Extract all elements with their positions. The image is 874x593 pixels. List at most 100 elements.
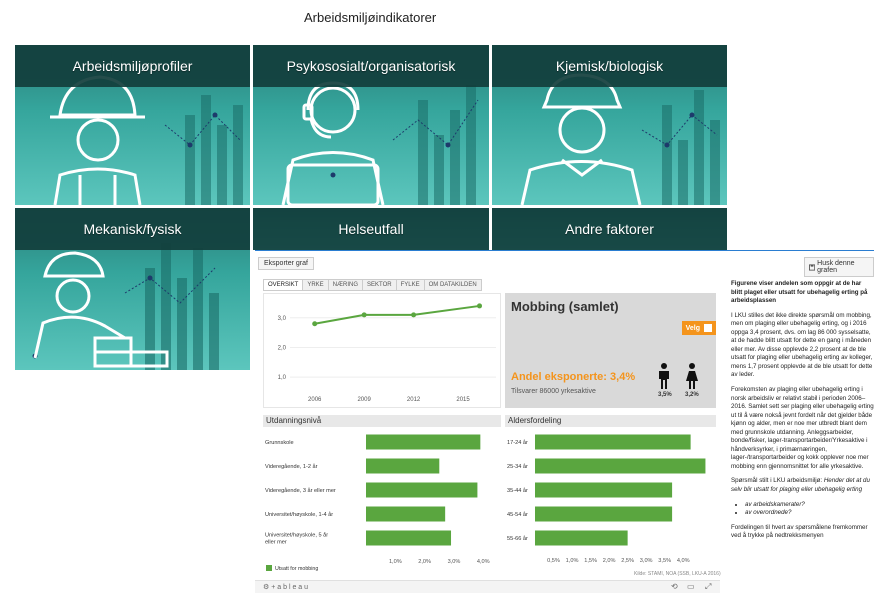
x-tick-label: 4,0% <box>477 559 490 565</box>
tile-kjemisk-biologisk[interactable]: Kjemisk/biologisk <box>492 45 727 205</box>
bar <box>535 434 691 450</box>
tableau-logo-text: + a b l e a u <box>271 584 309 591</box>
save-graph-label: Husk denne grafen <box>817 260 855 274</box>
description-paragraph-3: Spørsmål stilt i LKU arbeidsmiljø: Hende… <box>731 477 874 494</box>
y-tick-label: 1,0 <box>278 375 287 381</box>
male-figure-icon <box>659 363 669 389</box>
bar <box>366 530 452 546</box>
age-header: Aldersfordeling <box>505 415 716 427</box>
tile-label: Andre faktorer <box>565 221 654 237</box>
tableau-gear-icon: ⚙ <box>263 584 270 591</box>
category-label: Universitet/høyskole, 1-4 år <box>265 511 333 518</box>
tile-label: Psykososialt/organisatorisk <box>286 58 456 74</box>
indicator-title: Mobbing (samlet) <box>511 299 619 314</box>
present-icon[interactable]: ▭ <box>687 582 695 591</box>
legend-swatch <box>266 565 272 571</box>
y-tick-label: 3,0 <box>278 316 287 322</box>
question-list: av arbeidskamerater? av overordnede? <box>745 501 874 518</box>
trend-point <box>361 312 367 318</box>
tile-header: Mekanisk/fysisk <box>15 208 250 250</box>
category-label: eller mer <box>265 540 287 546</box>
category-label: Universitet/høyskole, 5 år <box>265 532 328 539</box>
tab-fylke[interactable]: FYLKE <box>396 279 425 291</box>
trend-point <box>312 321 318 327</box>
legend-label: Utsatt for mobbing <box>275 566 318 572</box>
category-label: 17-24 år <box>507 439 528 446</box>
x-tick-label: 3,5% <box>658 558 671 564</box>
x-tick-label: 2009 <box>357 397 371 403</box>
trend-point <box>477 303 483 309</box>
description-column: Figurene viser andelen som oppgir at de … <box>731 280 874 593</box>
bar <box>366 482 478 498</box>
trend-chart-panel: 1,0 2,0 3,0 2006 2009 2012 2015 <box>263 293 501 408</box>
share-icon[interactable]: ⟲ <box>671 582 678 591</box>
y-tick-label: 2,0 <box>278 345 287 351</box>
x-tick-label: 0,5% <box>547 558 560 564</box>
x-tick-label: 3,0% <box>640 558 653 564</box>
education-chart-panel: Grunnskole Videregående, 1-2 år Videregåen… <box>263 428 501 576</box>
export-button[interactable]: Eksporter graf <box>258 257 314 270</box>
x-tick-label: 3,0% <box>448 559 461 565</box>
page-title: Arbeidsmiljøindikatorer <box>304 10 437 25</box>
tile-andre-faktorer[interactable]: Andre faktorer <box>492 208 727 250</box>
equivalent-workers-label: Tilsvarer 86000 yrkesaktive <box>511 388 596 395</box>
female-figure-icon <box>686 363 698 389</box>
tile-arbeidsmiljoprofiler[interactable]: Arbeidsmiljøprofiler <box>15 45 250 205</box>
x-tick-label: 2,0% <box>603 558 616 564</box>
question-item: av overordnede? <box>745 509 874 518</box>
trend-line-chart: 1,0 2,0 3,0 2006 2009 2012 2015 <box>278 303 496 403</box>
education-bar-chart: Grunnskole Videregående, 1-2 år Videregåen… <box>265 434 490 572</box>
description-paragraph-4: Fordelingen til hvert av spørsmålene fre… <box>731 523 868 540</box>
category-label: 45-54 år <box>507 511 528 518</box>
bar <box>535 458 706 474</box>
tab-yrke[interactable]: YRKE <box>303 279 329 291</box>
x-tick-label: 2012 <box>407 397 421 403</box>
category-label: Videregående, 3 år eller mer <box>265 487 336 494</box>
tile-header: Arbeidsmiljøprofiler <box>15 45 250 87</box>
category-label: Grunnskole <box>265 440 294 446</box>
bar <box>366 458 440 474</box>
page-root: Arbeidsmiljøindikatorer Arbeidsmiljøprof… <box>0 0 874 593</box>
category-label: Videregående, 1-2 år <box>265 463 318 470</box>
education-header: Utdanningsnivå <box>263 415 501 427</box>
description-paragraph-2: Forekomsten av plaging eller ubehagelig … <box>731 386 874 470</box>
age-chart-panel: 17-24 år 25-34 år 35-44 år 45-54 år 55-66 år… <box>505 428 716 570</box>
save-icon <box>809 263 816 271</box>
x-tick-label: 2,5% <box>621 558 634 564</box>
tableau-toolbar: ⚙ + a b l e a u ⟲ ▭ ⤢ <box>255 580 720 593</box>
save-graph-button[interactable]: Husk denne grafen <box>804 257 874 277</box>
description-heading: Figurene viser andelen som oppgir at de … <box>731 280 868 305</box>
category-label: 55-66 år <box>507 535 528 542</box>
velg-label: Velg <box>685 324 700 332</box>
tile-label: Kjemisk/biologisk <box>555 58 664 74</box>
viz-divider <box>255 250 874 251</box>
source-note: Kilde: STAMI, NOA (SSB, LKU-A 2016) <box>634 571 721 577</box>
description-paragraph-1: I LKU stilles det ikke direkte spørsmål … <box>731 311 873 379</box>
tile-header: Psykososialt/organisatorisk <box>253 45 489 87</box>
tab-naering[interactable]: NÆRING <box>328 279 364 291</box>
tab-oversikt[interactable]: OVERSIKT <box>263 279 304 291</box>
tile-label: Arbeidsmiljøprofiler <box>72 58 193 74</box>
x-tick-label: 1,5% <box>584 558 597 564</box>
trend-point <box>411 312 417 318</box>
tile-psykososialt[interactable]: Psykososialt/organisatorisk <box>253 45 489 205</box>
viz-tabs: OVERSIKT YRKE NÆRING SEKTOR FYLKE OM DAT… <box>263 279 482 291</box>
x-tick-label: 1,0% <box>389 559 402 565</box>
x-tick-label: 2,0% <box>418 559 431 565</box>
fullscreen-icon[interactable]: ⤢ <box>705 582 711 592</box>
tile-mekanisk-fysisk[interactable]: Mekanisk/fysisk <box>15 208 250 370</box>
tab-sektor[interactable]: SEKTOR <box>363 279 397 291</box>
question-item: av arbeidskamerater? <box>745 501 874 510</box>
bar <box>366 434 481 450</box>
tab-om-datakilden[interactable]: OM DATAKILDEN <box>424 279 482 291</box>
tableau-logo[interactable]: ⚙ + a b l e a u <box>263 583 308 591</box>
x-tick-label: 2006 <box>308 397 322 403</box>
tile-header: Kjemisk/biologisk <box>492 45 727 87</box>
category-label: 25-34 år <box>507 463 528 470</box>
x-tick-label: 1,0% <box>566 558 579 564</box>
trend-line <box>314 304 480 325</box>
female-percentage: 3,2% <box>685 392 699 398</box>
male-percentage: 3,5% <box>658 392 672 398</box>
tile-helseutfall[interactable]: Helseutfall <box>253 208 489 250</box>
velg-dropdown[interactable]: Velg <box>681 321 716 335</box>
